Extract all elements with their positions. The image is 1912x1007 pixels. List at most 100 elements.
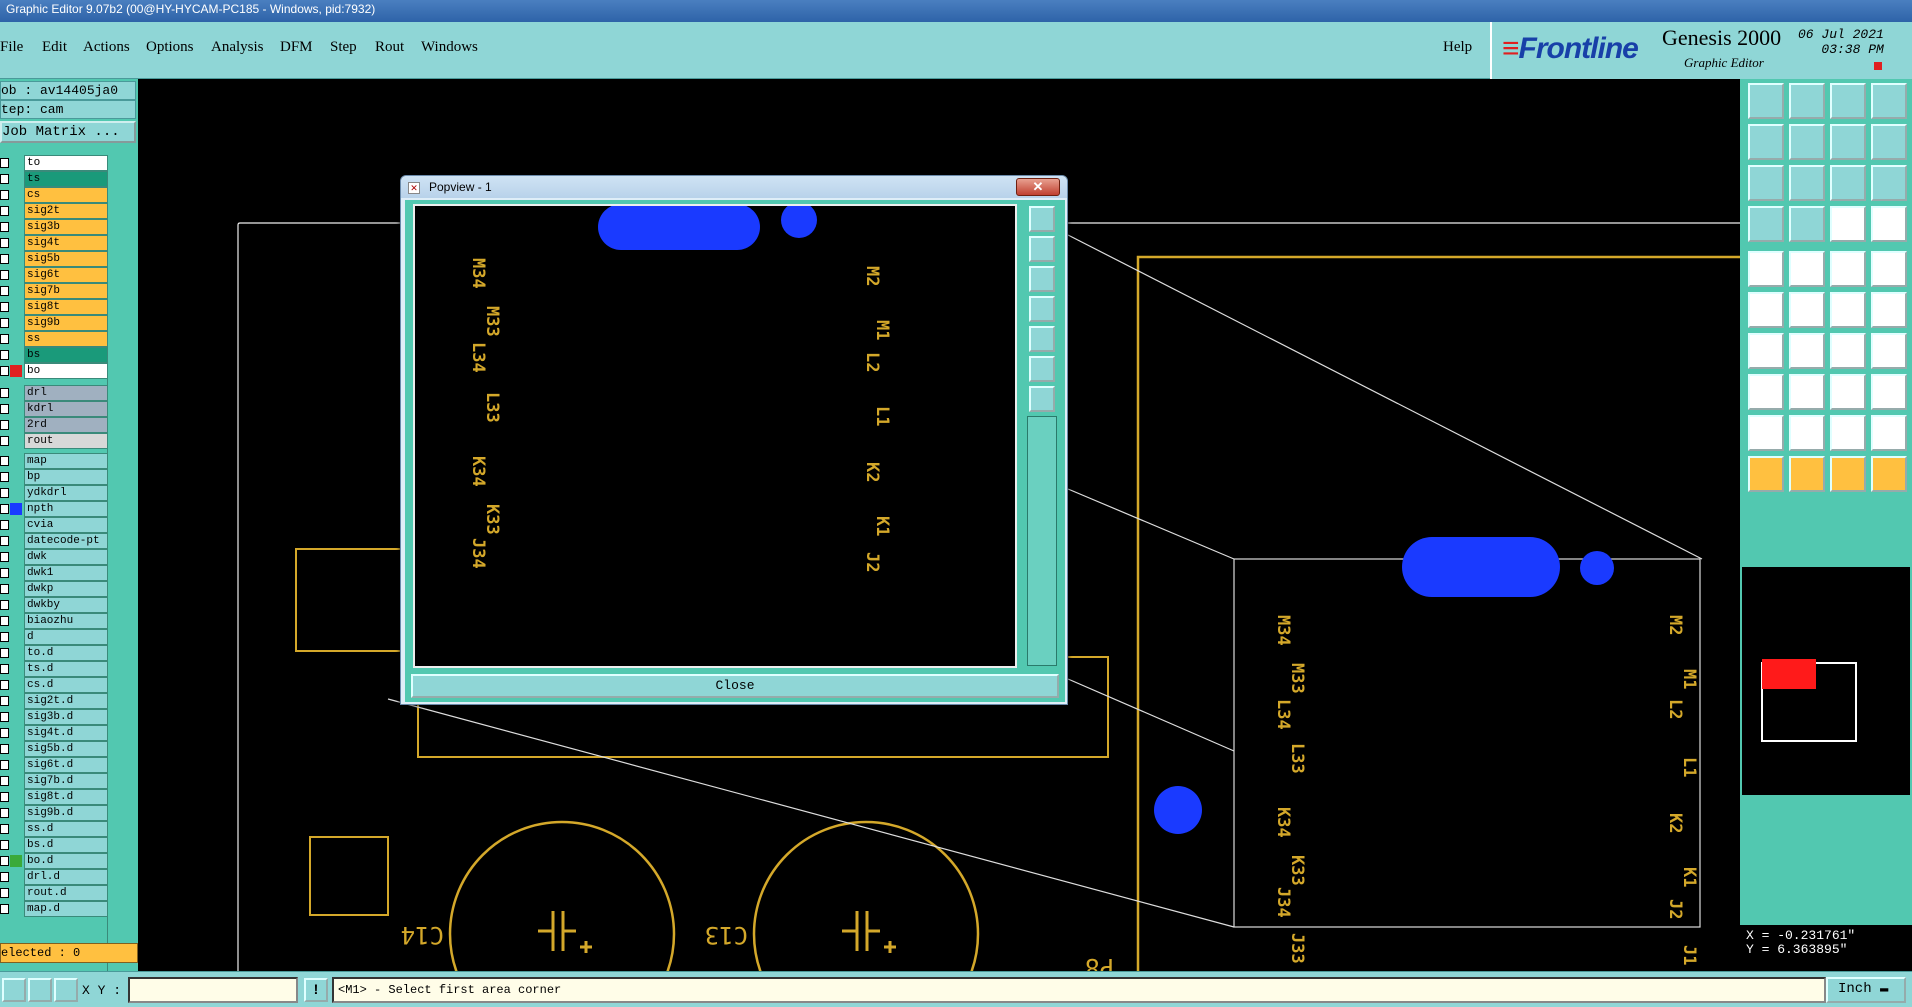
popview-canvas[interactable]: M34 M33 L34 L33 K34 K33 J34 M2 M1 L2 L1 K2 K1 J2 — [413, 202, 1017, 668]
popview-tool-icon[interactable] — [1029, 236, 1055, 262]
menu-options[interactable]: Options — [146, 39, 194, 56]
component-label: P8 — [1085, 953, 1114, 971]
menu-windows[interactable]: Windows — [421, 39, 478, 56]
component-label: L33 — [482, 392, 502, 423]
component-label: L2 — [1665, 699, 1685, 719]
tool-icon[interactable] — [1748, 374, 1784, 410]
overview-drawing — [1761, 659, 1857, 742]
tool-icon[interactable] — [1789, 83, 1825, 119]
tool-icon[interactable] — [1789, 124, 1825, 160]
tool-icon[interactable] — [1871, 374, 1907, 410]
tool-icon[interactable] — [1789, 206, 1825, 242]
menu-analysis[interactable]: Analysis — [211, 39, 264, 56]
tool-icon[interactable] — [1748, 415, 1784, 451]
tool-icon[interactable] — [1871, 124, 1907, 160]
grid-icon[interactable] — [54, 978, 78, 1002]
tool-icon[interactable] — [1748, 206, 1784, 242]
pad-round — [781, 202, 817, 238]
popview-scrollbar[interactable] — [1027, 416, 1057, 666]
popview-tool-icon[interactable] — [1029, 206, 1055, 232]
tool-icon[interactable] — [1789, 251, 1825, 287]
popview-tool-icon[interactable] — [1029, 296, 1055, 322]
tool-icon[interactable] — [1871, 206, 1907, 242]
pad-oval — [598, 204, 760, 250]
tool-icon[interactable] — [1871, 292, 1907, 328]
popview-tool-icon[interactable] — [1029, 266, 1055, 292]
tool-icon[interactable] — [1830, 415, 1866, 451]
menu-edit[interactable]: Edit — [42, 39, 67, 56]
menu-rout[interactable]: Rout — [375, 39, 404, 56]
tool-icon[interactable] — [1830, 456, 1866, 492]
overview-map[interactable] — [1742, 567, 1910, 795]
logo-text: Frontline — [1518, 32, 1639, 65]
x-coordinate: X = -0.231761" — [1746, 928, 1856, 943]
tool-icon[interactable] — [1871, 165, 1907, 201]
tool-icon[interactable] — [1830, 251, 1866, 287]
tool-icon[interactable] — [1871, 456, 1907, 492]
popview-body: M34 M33 L34 L33 K34 K33 J34 M2 M1 L2 L1 K2 K1 J2 Clos… — [405, 200, 1065, 702]
layer-list-border — [0, 155, 108, 1003]
tool-icon[interactable] — [1748, 83, 1784, 119]
popview-tool-icon[interactable] — [1029, 386, 1055, 412]
pad-oval — [1402, 537, 1560, 597]
tool-icon[interactable] — [1748, 292, 1784, 328]
menu-file[interactable]: File — [0, 39, 23, 56]
close-icon[interactable]: ✕ — [1016, 178, 1060, 196]
tool-icon[interactable] — [1830, 333, 1866, 369]
component-label: L1 — [872, 406, 892, 426]
tool-icon[interactable] — [1789, 165, 1825, 201]
tool-icon[interactable] — [1830, 165, 1866, 201]
tool-icon[interactable] — [1789, 333, 1825, 369]
warning-icon[interactable]: ! — [304, 978, 328, 1002]
snap-mode-icon[interactable] — [28, 978, 52, 1002]
xy-input[interactable] — [128, 977, 298, 1003]
component-label: M33 — [1287, 663, 1307, 694]
tool-icon[interactable] — [1871, 415, 1907, 451]
component-label: C14 — [401, 921, 444, 949]
menu-actions[interactable]: Actions — [83, 39, 130, 56]
tool-icon[interactable] — [1789, 415, 1825, 451]
pad-round — [1580, 551, 1614, 585]
popview-tool-icon[interactable] — [1029, 326, 1055, 352]
close-button[interactable]: Close — [411, 674, 1059, 698]
menu-step[interactable]: Step — [330, 39, 357, 56]
tool-icon[interactable] — [1748, 456, 1784, 492]
view-window — [1762, 659, 1816, 689]
popview-labels: M34 M33 L34 L33 K34 K33 J34 M2 M1 L2 L1 K2 K1 J2 — [468, 258, 892, 572]
tool-icon[interactable] — [1789, 292, 1825, 328]
popview-tool-icon[interactable] — [1029, 356, 1055, 382]
time-text: 03:38 PM — [1821, 42, 1884, 57]
component-label: J1 — [1679, 945, 1699, 965]
component-label: L33 — [1287, 743, 1307, 774]
tool-icon[interactable] — [1830, 206, 1866, 242]
tool-icon[interactable] — [1871, 251, 1907, 287]
menu-bar: File Edit Actions Options Analysis DFM S… — [0, 22, 1490, 79]
tool-icon[interactable] — [1789, 456, 1825, 492]
tool-icon[interactable] — [1830, 124, 1866, 160]
xy-label: X Y : — [82, 983, 122, 998]
tool-icon[interactable] — [1830, 292, 1866, 328]
coordinate-readout: X = -0.231761" Y = 6.363895" — [1740, 925, 1912, 971]
product-name: Genesis 2000 — [1662, 25, 1782, 50]
tool-icon[interactable] — [1748, 333, 1784, 369]
tool-icon[interactable] — [1748, 124, 1784, 160]
component-label: L34 — [468, 342, 488, 373]
menu-dfm[interactable]: DFM — [280, 39, 313, 56]
tool-icon[interactable] — [1748, 251, 1784, 287]
tool-icon[interactable] — [1748, 165, 1784, 201]
units-select[interactable]: Inch ▬ — [1826, 977, 1906, 1003]
tool-icon[interactable] — [1830, 83, 1866, 119]
select-mode-icon[interactable] — [2, 978, 26, 1002]
job-matrix-button[interactable]: Job Matrix ... — [0, 121, 136, 143]
step-name: tep: cam — [0, 100, 136, 119]
popview-window: ✕ Popview - 1 ✕ M34 M33 L34 L33 K34 K33 J34 M2 M… — [400, 175, 1068, 705]
popview-title-bar: ✕ Popview - 1 ✕ — [401, 176, 1067, 198]
tool-icon[interactable] — [1871, 83, 1907, 119]
tool-icon[interactable] — [1789, 374, 1825, 410]
tool-icon[interactable] — [1830, 374, 1866, 410]
layer-panel: ob : av14405ja0 tep: cam Job Matrix ... … — [0, 79, 138, 1003]
y-coordinate: Y = 6.363895" — [1746, 942, 1848, 957]
menu-help[interactable]: Help — [1443, 39, 1472, 56]
tool-icon[interactable] — [1871, 333, 1907, 369]
component-label: K1 — [1679, 867, 1699, 887]
